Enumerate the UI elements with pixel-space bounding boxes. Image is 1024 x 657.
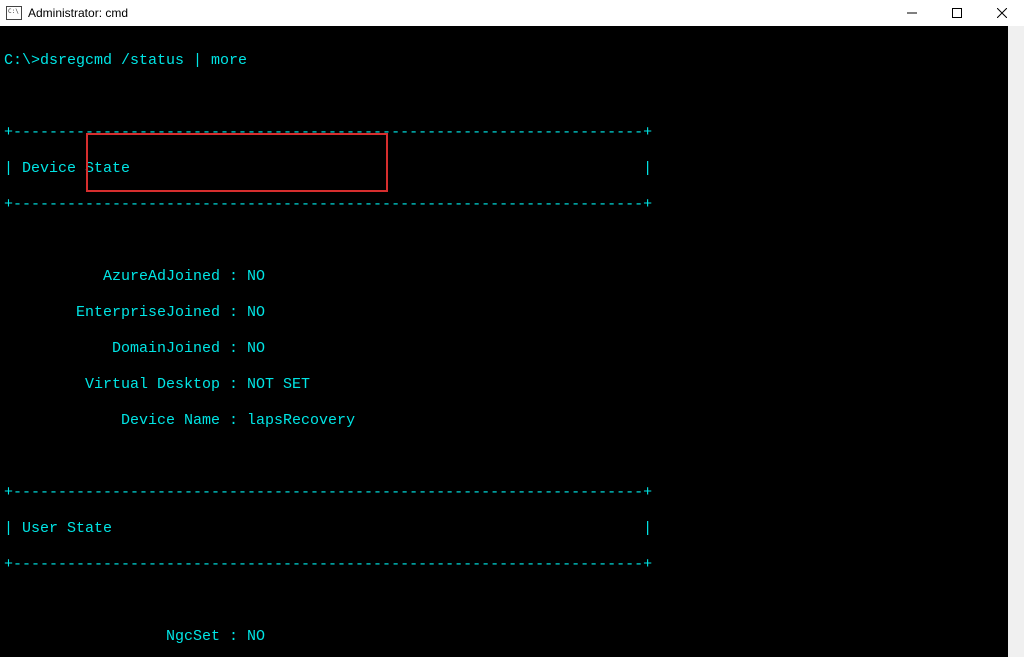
kv-key: Device Name bbox=[4, 412, 220, 430]
kv-key: AzureAdJoined bbox=[4, 268, 220, 286]
kv-row: Virtual Desktop : NOT SET bbox=[4, 376, 1024, 394]
kv-value: NO bbox=[247, 268, 265, 285]
kv-value: NOT SET bbox=[247, 376, 310, 393]
cmd-icon bbox=[6, 6, 22, 20]
section-title-user-state: | User State | bbox=[4, 520, 1024, 538]
titlebar-left: Administrator: cmd bbox=[6, 6, 128, 20]
kv-row: EnterpriseJoined : NO bbox=[4, 304, 1024, 322]
kv-sep: : bbox=[220, 304, 247, 321]
section-border: +---------------------------------------… bbox=[4, 124, 1024, 142]
vertical-scrollbar[interactable] bbox=[1008, 26, 1024, 657]
blank-line bbox=[4, 88, 1024, 106]
kv-row: NgcSet : NO bbox=[4, 628, 1024, 646]
kv-value: lapsRecovery bbox=[247, 412, 355, 429]
prompt: C:\> bbox=[4, 52, 40, 69]
maximize-button[interactable] bbox=[934, 0, 979, 26]
kv-value: NO bbox=[247, 628, 265, 645]
kv-key: DomainJoined bbox=[4, 340, 220, 358]
kv-sep: : bbox=[220, 340, 247, 357]
kv-key: Virtual Desktop bbox=[4, 376, 220, 394]
close-icon bbox=[997, 8, 1007, 18]
section-border: +---------------------------------------… bbox=[4, 196, 1024, 214]
titlebar-buttons bbox=[889, 0, 1024, 26]
close-button[interactable] bbox=[979, 0, 1024, 26]
kv-row: Device Name : lapsRecovery bbox=[4, 412, 1024, 430]
minimize-button[interactable] bbox=[889, 0, 934, 26]
kv-value: NO bbox=[247, 340, 265, 357]
blank-line bbox=[4, 232, 1024, 250]
kv-row: DomainJoined : NO bbox=[4, 340, 1024, 358]
kv-sep: : bbox=[220, 628, 247, 645]
blank-line bbox=[4, 592, 1024, 610]
titlebar: Administrator: cmd bbox=[0, 0, 1024, 27]
kv-sep: : bbox=[220, 376, 247, 393]
section-border: +---------------------------------------… bbox=[4, 484, 1024, 502]
kv-sep: : bbox=[220, 412, 247, 429]
section-border: +---------------------------------------… bbox=[4, 556, 1024, 574]
command-text: dsregcmd /status | more bbox=[40, 52, 247, 69]
section-title-device-state: | Device State | bbox=[4, 160, 1024, 178]
window-title: Administrator: cmd bbox=[28, 6, 128, 20]
maximize-icon bbox=[952, 8, 962, 18]
terminal-output[interactable]: C:\>dsregcmd /status | more +-----------… bbox=[0, 26, 1024, 657]
kv-key: NgcSet bbox=[4, 628, 220, 646]
minimize-icon bbox=[907, 8, 917, 18]
kv-sep: : bbox=[220, 268, 247, 285]
command-line: C:\>dsregcmd /status | more bbox=[4, 52, 1024, 70]
kv-row: AzureAdJoined : NO bbox=[4, 268, 1024, 286]
blank-line bbox=[4, 448, 1024, 466]
kv-key: EnterpriseJoined bbox=[4, 304, 220, 322]
app-window: Administrator: cmd C:\>dsregcmd /status … bbox=[0, 0, 1024, 657]
kv-value: NO bbox=[247, 304, 265, 321]
